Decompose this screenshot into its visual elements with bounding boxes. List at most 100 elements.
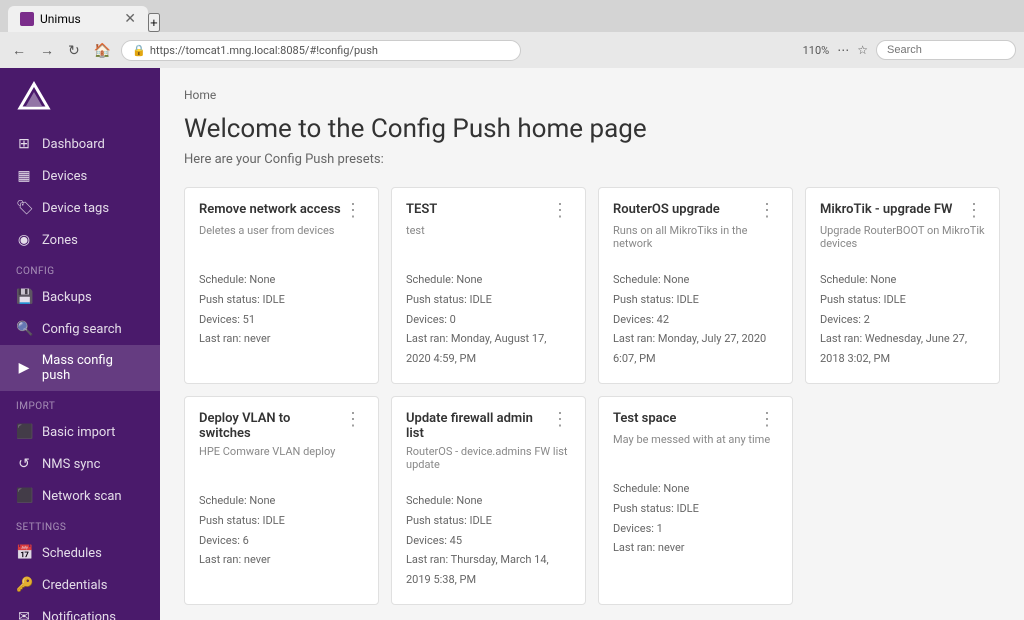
preset-last-ran: Last ran: never <box>199 329 364 349</box>
preset-card-remove-network-access[interactable]: Remove network access ⋮ Deletes a user f… <box>184 187 379 384</box>
sidebar-item-device-tags[interactable]: 🏷 Device tags <box>0 192 160 224</box>
home-button[interactable]: 🏠 <box>90 40 115 61</box>
preset-name: Deploy VLAN to switches <box>199 411 342 441</box>
preset-devices: Devices: 1 <box>613 519 778 539</box>
preset-menu-button[interactable]: ⋮ <box>756 202 778 220</box>
sidebar-item-devices[interactable]: ▦ Devices <box>0 160 160 192</box>
sidebar-item-label: Schedules <box>42 546 102 561</box>
presets-grid: Remove network access ⋮ Deletes a user f… <box>184 187 1000 605</box>
sidebar-item-label: Mass config push <box>42 353 144 383</box>
preset-desc: Deletes a user from devices <box>199 224 364 254</box>
sidebar-item-mass-config-push[interactable]: ▶ Mass config push <box>0 345 160 391</box>
browser-search-input[interactable] <box>876 40 1016 60</box>
sidebar-item-dashboard[interactable]: ⊞ Dashboard <box>0 128 160 160</box>
preset-card-update-firewall[interactable]: Update firewall admin list ⋮ RouterOS - … <box>391 396 586 605</box>
sidebar-item-label: NMS sync <box>42 457 100 472</box>
back-button[interactable]: ← <box>8 40 30 60</box>
preset-meta: Schedule: None Push status: IDLE Devices… <box>613 270 778 369</box>
preset-devices: Devices: 6 <box>199 531 364 551</box>
preset-desc: RouterOS - device.admins FW list update <box>406 445 571 475</box>
preset-push-status: Push status: IDLE <box>613 290 778 310</box>
page-subtitle: Here are your Config Push presets: <box>184 152 1000 167</box>
sidebar-item-label: Device tags <box>42 201 109 216</box>
preset-devices: Devices: 51 <box>199 310 364 330</box>
refresh-button[interactable]: ↻ <box>64 40 84 61</box>
preset-card-routeros-upgrade[interactable]: RouterOS upgrade ⋮ Runs on all MikroTiks… <box>598 187 793 384</box>
preset-desc: May be messed with at any time <box>613 433 778 463</box>
backups-icon: 💾 <box>16 289 32 305</box>
preset-last-ran: Last ran: never <box>613 538 778 558</box>
preset-desc: Upgrade RouterBOOT on MikroTik devices <box>820 224 985 254</box>
browser-tab[interactable]: Unimus ✕ <box>8 6 148 32</box>
preset-desc: HPE Comware VLAN deploy <box>199 445 364 475</box>
devices-icon: ▦ <box>16 168 32 184</box>
dashboard-icon: ⊞ <box>16 136 32 152</box>
preset-card-header: Deploy VLAN to switches ⋮ <box>199 411 364 441</box>
sidebar-item-network-scan[interactable]: ⬛ Network scan <box>0 480 160 512</box>
preset-card-mikrotik-upgrade-fw[interactable]: MikroTik - upgrade FW ⋮ Upgrade RouterBO… <box>805 187 1000 384</box>
sidebar-item-label: Devices <box>42 169 87 184</box>
network-scan-icon: ⬛ <box>16 488 32 504</box>
sidebar-item-backups[interactable]: 💾 Backups <box>0 281 160 313</box>
preset-last-ran: Last ran: Monday, July 27, 2020 6:07, PM <box>613 329 778 369</box>
zones-icon: ◉ <box>16 232 32 248</box>
page-title: Welcome to the Config Push home page <box>184 114 1000 144</box>
preset-meta: Schedule: None Push status: IDLE Devices… <box>199 270 364 349</box>
preset-card-test[interactable]: TEST ⋮ test Schedule: None Push status: … <box>391 187 586 384</box>
preset-name: Remove network access <box>199 202 342 217</box>
sidebar-item-schedules[interactable]: 📅 Schedules <box>0 537 160 569</box>
notifications-icon: ✉ <box>16 609 32 620</box>
preset-meta: Schedule: None Push status: IDLE Devices… <box>199 491 364 570</box>
preset-card-header: Update firewall admin list ⋮ <box>406 411 571 441</box>
bookmark-icon[interactable]: ☆ <box>857 43 868 57</box>
preset-devices: Devices: 45 <box>406 531 571 551</box>
settings-section-label: SETTINGS <box>0 512 160 537</box>
preset-name: TEST <box>406 202 549 217</box>
sidebar-item-basic-import[interactable]: ⬛ Basic import <box>0 416 160 448</box>
preset-menu-button[interactable]: ⋮ <box>342 411 364 429</box>
preset-last-ran: Last ran: never <box>199 550 364 570</box>
credentials-icon: 🔑 <box>16 577 32 593</box>
preset-menu-button[interactable]: ⋮ <box>549 411 571 429</box>
config-search-icon: 🔍 <box>16 321 32 337</box>
sidebar-item-credentials[interactable]: 🔑 Credentials <box>0 569 160 601</box>
sidebar-item-notifications[interactable]: ✉ Notifications <box>0 601 160 620</box>
preset-card-deploy-vlan[interactable]: Deploy VLAN to switches ⋮ HPE Comware VL… <box>184 396 379 605</box>
sidebar-item-zones[interactable]: ◉ Zones <box>0 224 160 256</box>
preset-name: Update firewall admin list <box>406 411 549 441</box>
preset-menu-button[interactable]: ⋮ <box>963 202 985 220</box>
preset-push-status: Push status: IDLE <box>406 290 571 310</box>
forward-button[interactable]: → <box>36 40 58 60</box>
preset-schedule: Schedule: None <box>406 491 571 511</box>
breadcrumb: Home <box>184 88 1000 102</box>
preset-menu-button[interactable]: ⋮ <box>756 411 778 429</box>
preset-menu-button[interactable]: ⋮ <box>342 202 364 220</box>
tab-close-button[interactable]: ✕ <box>124 11 136 27</box>
preset-card-header: Remove network access ⋮ <box>199 202 364 220</box>
url-bar[interactable]: 🔒 https://tomcat1.mng.local:8085/#!confi… <box>121 40 521 61</box>
preset-desc: test <box>406 224 571 254</box>
preset-card-header: Test space ⋮ <box>613 411 778 429</box>
device-tags-icon: 🏷 <box>16 200 32 216</box>
main-content: Home Welcome to the Config Push home pag… <box>160 68 1024 620</box>
preset-devices: Devices: 0 <box>406 310 571 330</box>
preset-name: RouterOS upgrade <box>613 202 756 217</box>
sidebar-item-label: Credentials <box>42 578 107 593</box>
sidebar-item-label: Dashboard <box>42 137 105 152</box>
sidebar-logo <box>0 68 160 128</box>
menu-dots[interactable]: ⋯ <box>837 43 849 57</box>
preset-menu-button[interactable]: ⋮ <box>549 202 571 220</box>
preset-card-header: TEST ⋮ <box>406 202 571 220</box>
url-text: https://tomcat1.mng.local:8085/#!config/… <box>150 44 378 57</box>
sidebar-item-nms-sync[interactable]: ↺ NMS sync <box>0 448 160 480</box>
sidebar-item-config-search[interactable]: 🔍 Config search <box>0 313 160 345</box>
preset-meta: Schedule: None Push status: IDLE Devices… <box>613 479 778 558</box>
preset-schedule: Schedule: None <box>613 479 778 499</box>
preset-card-test-space[interactable]: Test space ⋮ May be messed with at any t… <box>598 396 793 605</box>
preset-schedule: Schedule: None <box>199 491 364 511</box>
breadcrumb-home[interactable]: Home <box>184 88 216 102</box>
sidebar-item-label: Config search <box>42 322 122 337</box>
new-tab-button[interactable]: + <box>148 13 160 32</box>
app-container: ⊞ Dashboard ▦ Devices 🏷 Device tags ◉ Zo… <box>0 68 1024 620</box>
preset-meta: Schedule: None Push status: IDLE Devices… <box>820 270 985 369</box>
